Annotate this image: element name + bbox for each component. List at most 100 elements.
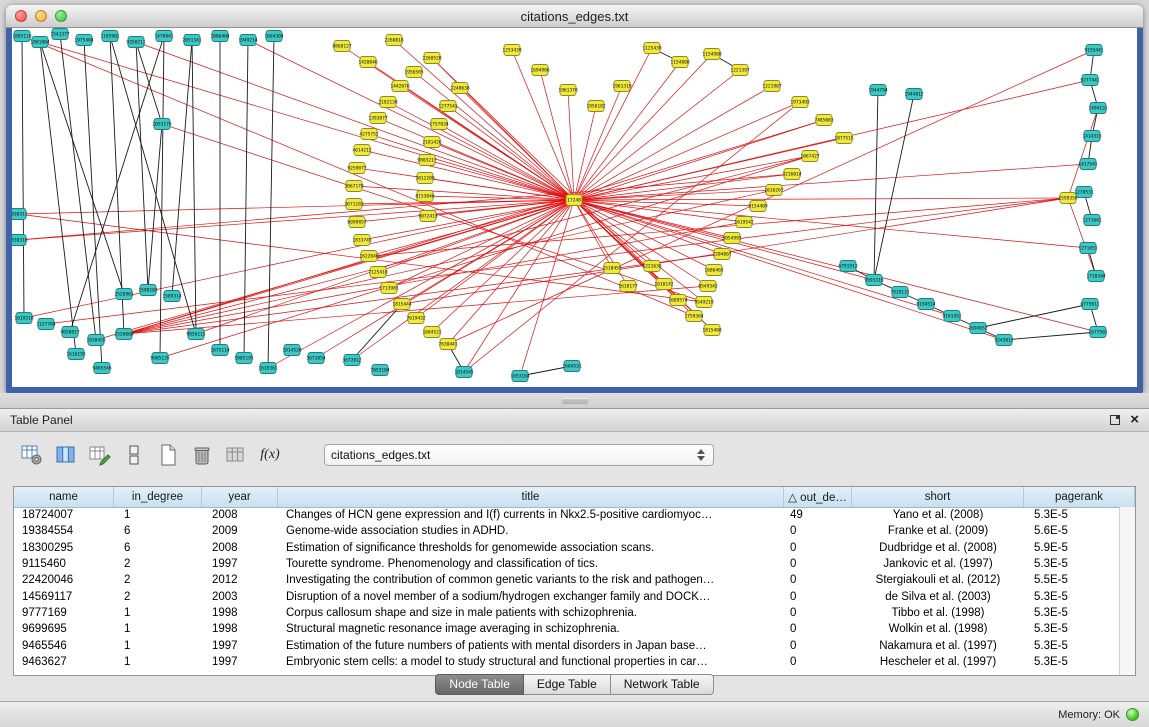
graph-node[interactable]: 1944794: [868, 85, 888, 96]
new-table-button[interactable]: [154, 441, 182, 469]
citation-edge[interactable]: [352, 304, 402, 360]
graph-node[interactable]: 1881884: [30, 37, 50, 48]
graph-node[interactable]: 7853104: [370, 365, 390, 376]
graph-node[interactable]: 1277541: [438, 101, 458, 112]
graph-node[interactable]: 1476841: [154, 31, 174, 42]
citation-edge[interactable]: [874, 94, 914, 280]
graph-node[interactable]: 1689574: [668, 295, 688, 306]
graph-node[interactable]: 9155441: [1084, 45, 1104, 56]
graph-node[interactable]: 9803217: [417, 155, 437, 166]
function-builder-button[interactable]: f(x): [256, 441, 284, 469]
graph-node[interactable]: 1185901: [100, 31, 120, 42]
graph-node[interactable]: 9056115: [186, 329, 206, 340]
graph-node[interactable]: 1589314: [162, 291, 182, 302]
edit-table-button[interactable]: [86, 441, 114, 469]
graph-node[interactable]: 1803116: [12, 31, 32, 42]
graph-node[interactable]: 1221907: [762, 81, 782, 92]
graph-node[interactable]: 1086404: [210, 31, 230, 42]
graph-node[interactable]: 8153046: [415, 191, 435, 202]
graph-node[interactable]: 1956182: [586, 101, 606, 112]
graph-node[interactable]: 1598183: [138, 285, 158, 296]
graph-node[interactable]: 7630441: [438, 339, 458, 350]
graph-node[interactable]: 7919131: [890, 287, 910, 298]
graph-node[interactable]: 8860127: [332, 41, 352, 52]
citation-edge-red[interactable]: [369, 134, 574, 200]
graph-node[interactable]: 2260528: [422, 53, 442, 64]
column-header-in_degree[interactable]: in_degree: [114, 487, 202, 507]
graph-node[interactable]: 1221636: [642, 261, 662, 272]
graph-node[interactable]: 9194514: [916, 299, 936, 310]
graph-node[interactable]: 2053176: [152, 119, 172, 130]
graph-node[interactable]: 9154409: [748, 201, 768, 212]
graph-node[interactable]: 9277441: [1080, 75, 1100, 86]
graph-node[interactable]: 1938455: [86, 335, 106, 346]
graph-node[interactable]: 6099857: [347, 217, 367, 228]
graph-node[interactable]: 1414315: [1082, 131, 1102, 142]
graph-node[interactable]: 3067170: [344, 181, 364, 192]
citation-edge-red[interactable]: [18, 200, 574, 214]
graph-node[interactable]: 1541377: [50, 29, 70, 40]
citation-edge-red[interactable]: [568, 90, 574, 200]
graph-node[interactable]: 9058817: [60, 327, 80, 338]
float-panel-icon[interactable]: [1110, 415, 1120, 425]
graph-node[interactable]: 1253439: [502, 45, 522, 56]
graph-node[interactable]: 2182138: [378, 97, 398, 108]
graph-node[interactable]: 1653104: [510, 371, 530, 382]
citation-edge[interactable]: [148, 124, 162, 290]
citation-edge[interactable]: [244, 40, 248, 358]
column-header-name[interactable]: name: [14, 487, 114, 507]
graph-node[interactable]: 1393877: [368, 113, 388, 124]
graph-node[interactable]: 6775011: [1080, 299, 1100, 310]
citation-edge-red[interactable]: [136, 42, 574, 200]
graph-node[interactable]: 5054993: [722, 233, 742, 244]
citation-edge[interactable]: [978, 304, 1090, 328]
minimize-button[interactable]: [35, 10, 47, 22]
table-row[interactable]: 1830029562008Estimation of significance …: [14, 540, 1119, 556]
graph-node[interactable]: 1949214: [238, 35, 258, 46]
graph-node[interactable]: 2240638: [450, 83, 470, 94]
delete-table-button[interactable]: [188, 441, 216, 469]
graph-node[interactable]: 1759364: [684, 311, 704, 322]
graph-node[interactable]: 1154908: [702, 49, 722, 60]
graph-node[interactable]: 1127704: [36, 319, 56, 330]
zoom-button[interactable]: [55, 10, 67, 22]
citation-edge[interactable]: [40, 42, 124, 294]
graph-node[interactable]: 1686465: [704, 265, 724, 276]
graph-node[interactable]: 3672012: [342, 355, 362, 366]
table-row[interactable]: 2242004622012Investigating the contribut…: [14, 572, 1119, 588]
close-button[interactable]: [15, 10, 27, 22]
citation-edge-red[interactable]: [1068, 108, 1098, 198]
citation-edge-red[interactable]: [574, 200, 722, 254]
graph-node[interactable]: 1710344: [1086, 271, 1106, 282]
citation-edge-red[interactable]: [1068, 198, 1096, 276]
table-row[interactable]: 969969511998Structural magnetic resonanc…: [14, 621, 1119, 637]
graph-node[interactable]: 7619432: [406, 313, 426, 324]
table-row[interactable]: 1456911722003Disruption of a novel membe…: [14, 588, 1119, 604]
graph-node[interactable]: 3216014: [782, 169, 802, 180]
graph-node[interactable]: 4614212: [352, 145, 372, 156]
graph-node[interactable]: 2526961: [114, 289, 134, 300]
import-table-button[interactable]: [222, 441, 250, 469]
table-row[interactable]: 946362711997Embryonic stem cells: a mode…: [14, 654, 1119, 670]
citation-edge[interactable]: [268, 36, 274, 368]
graph-node[interactable]: 3671183: [344, 199, 364, 210]
citation-edge-red[interactable]: [439, 124, 574, 200]
graph-node[interactable]: 1442076: [390, 81, 410, 92]
graph-node[interactable]: 1684521: [422, 327, 442, 338]
graph-node[interactable]: 7125410: [368, 267, 388, 278]
graph-node[interactable]: 9358211: [126, 37, 146, 48]
citation-edge-red[interactable]: [124, 286, 708, 334]
citation-edge[interactable]: [60, 34, 96, 340]
graph-node[interactable]: 1944812: [904, 89, 924, 100]
table-row[interactable]: 911546021997Tourette syndrome. Phenomeno…: [14, 556, 1119, 572]
graph-node[interactable]: 1610142: [654, 279, 674, 290]
citation-edge-red[interactable]: [448, 106, 574, 200]
table-select[interactable]: citations_edges.txt: [324, 444, 714, 466]
graph-node[interactable]: 1833745: [352, 235, 372, 246]
graph-node[interactable]: 9259077: [347, 163, 367, 174]
graph-node[interactable]: 1830311: [12, 209, 28, 220]
graph-node[interactable]: 3812200: [415, 173, 435, 184]
graph-node[interactable]: 6791913: [838, 261, 858, 272]
graph-node[interactable]: 1616193: [66, 349, 86, 360]
graph-node[interactable]: 17240: [566, 195, 582, 206]
